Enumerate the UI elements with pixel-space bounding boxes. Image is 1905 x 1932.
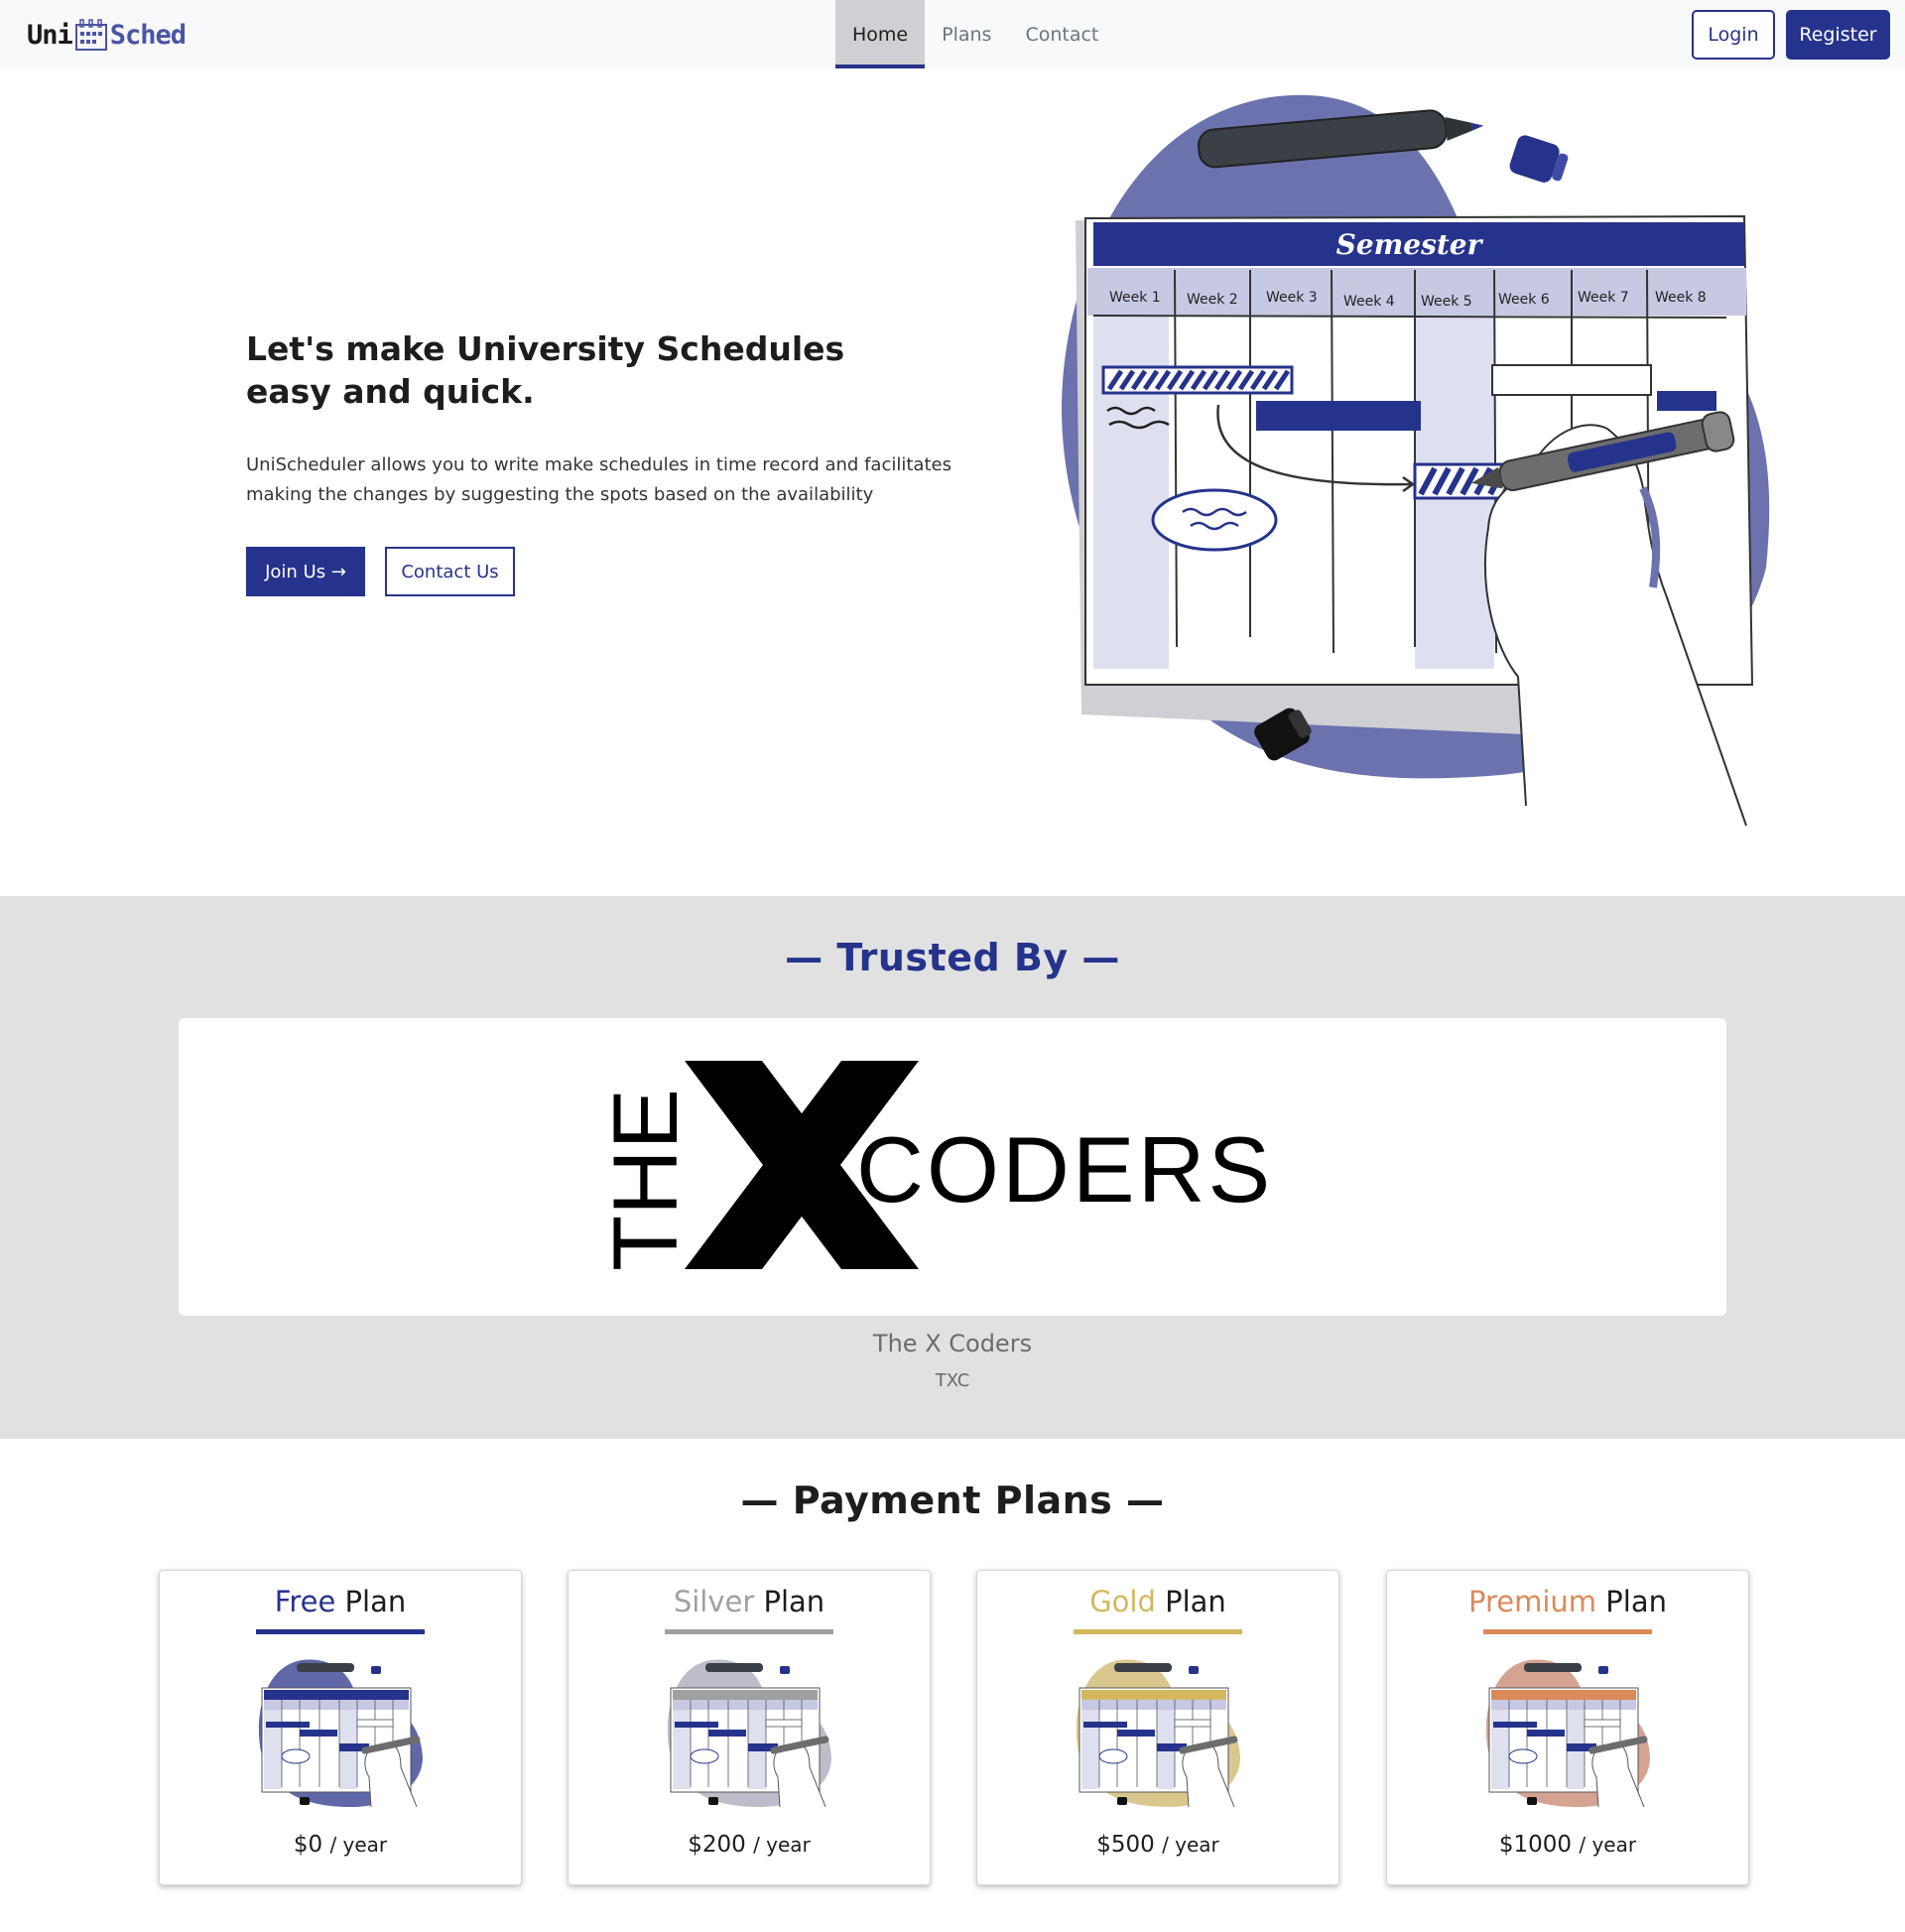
hero-title-line2: easy and quick. — [246, 372, 535, 411]
svg-text:Week 2: Week 2 — [1187, 292, 1238, 308]
plan-price-period: / year — [329, 1833, 388, 1857]
trusted-by-section: — Trusted By — THE CODERS The X Coders T… — [0, 896, 1905, 1439]
svg-text:Week 6: Week 6 — [1498, 292, 1550, 308]
nav-links: Home Plans Contact — [835, 0, 1115, 68]
plan-title: Free Plan — [160, 1585, 521, 1618]
plan-tier: Gold — [1089, 1585, 1156, 1618]
payment-plans-title: — Payment Plans — — [740, 1479, 1165, 1522]
plan-card-premium[interactable]: Premium Plan $1000 / year — [1386, 1570, 1749, 1885]
plan-word: Plan — [763, 1585, 826, 1618]
calendar-icon — [74, 19, 107, 51]
plan-price-amount: $0 — [293, 1832, 323, 1858]
svg-text:Week 1: Week 1 — [1109, 290, 1161, 306]
plan-price-period: / year — [1579, 1833, 1637, 1857]
plan-price: $1000 / year — [1387, 1832, 1748, 1858]
svg-text:Week 3: Week 3 — [1266, 290, 1318, 306]
plan-illustration — [1485, 1659, 1650, 1807]
plan-price-amount: $500 — [1096, 1832, 1155, 1858]
partner-name: The X Coders — [872, 1330, 1033, 1357]
plan-word: Plan — [1165, 1585, 1226, 1618]
plan-title: Gold Plan — [977, 1585, 1338, 1618]
svg-text:CODERS: CODERS — [856, 1117, 1273, 1222]
plan-price: $200 / year — [569, 1832, 930, 1858]
plan-price-amount: $1000 — [1498, 1832, 1573, 1858]
plan-tier: Premium — [1468, 1585, 1597, 1618]
register-button[interactable]: Register — [1786, 10, 1890, 60]
svg-text:THE: THE — [595, 1089, 697, 1271]
plan-illustration — [667, 1659, 831, 1807]
plan-title: Silver Plan — [569, 1585, 930, 1618]
plan-underline — [665, 1629, 833, 1634]
plan-title: Premium Plan — [1387, 1585, 1748, 1618]
nav-link-plans[interactable]: Plans — [925, 0, 1008, 68]
contact-us-button[interactable]: Contact Us — [385, 547, 515, 596]
login-button[interactable]: Login — [1692, 10, 1775, 60]
nav-link-contact[interactable]: Contact — [1008, 0, 1115, 68]
plan-card-free[interactable]: Free Plan $0 / year — [159, 1570, 522, 1885]
plan-card-gold[interactable]: Gold Plan $500 / year — [976, 1570, 1339, 1885]
plan-price-amount: $200 — [688, 1832, 746, 1858]
plan-illustration — [1076, 1659, 1240, 1807]
hero-description: UniScheduler allows you to write make sc… — [246, 454, 952, 505]
brand-text-uni: Uni — [27, 19, 73, 51]
plan-word: Plan — [344, 1585, 407, 1618]
plan-underline — [256, 1629, 425, 1634]
plan-illustration — [258, 1659, 423, 1807]
plan-word: Plan — [1605, 1585, 1667, 1618]
plan-underline — [1074, 1629, 1242, 1634]
join-us-button[interactable]: Join Us → — [246, 547, 365, 596]
hero-title-line1: Let's make University Schedules — [246, 329, 845, 368]
the-x-coders-logo: THE CODERS — [595, 1061, 1273, 1271]
partner-logo-card: THE CODERS — [179, 1018, 1726, 1316]
plan-price: $0 / year — [160, 1832, 521, 1858]
nav-link-home[interactable]: Home — [835, 0, 926, 68]
plan-tier: Free — [274, 1585, 336, 1618]
brand-logo[interactable]: Uni Sched — [27, 17, 187, 53]
svg-text:Week 8: Week 8 — [1655, 290, 1707, 306]
trusted-by-title: — Trusted By — — [785, 936, 1120, 979]
svg-text:Week 5: Week 5 — [1421, 294, 1472, 310]
hero-title: Let's make University Schedules easy and… — [246, 327, 861, 413]
plan-price-period: / year — [1162, 1833, 1219, 1857]
navbar: Uni Sched Home Plans Contact Login Regis… — [0, 0, 1905, 68]
plan-card-silver[interactable]: Silver Plan $200 / year — [568, 1570, 931, 1885]
plan-price: $500 / year — [977, 1832, 1338, 1858]
svg-text:Week 4: Week 4 — [1343, 294, 1395, 310]
partner-abbreviation: TXC — [935, 1370, 970, 1391]
schedule-illustration: Semester Week 1 Week 2 Week 3 Week 4 Wee… — [1062, 94, 1770, 827]
plan-tier: Silver — [673, 1585, 755, 1618]
brand-text-sched: Sched — [109, 19, 187, 51]
plan-price-period: / year — [753, 1833, 811, 1857]
illustration-title: Semester — [1336, 228, 1484, 261]
plan-underline — [1483, 1629, 1652, 1634]
svg-text:Week 7: Week 7 — [1578, 290, 1629, 306]
